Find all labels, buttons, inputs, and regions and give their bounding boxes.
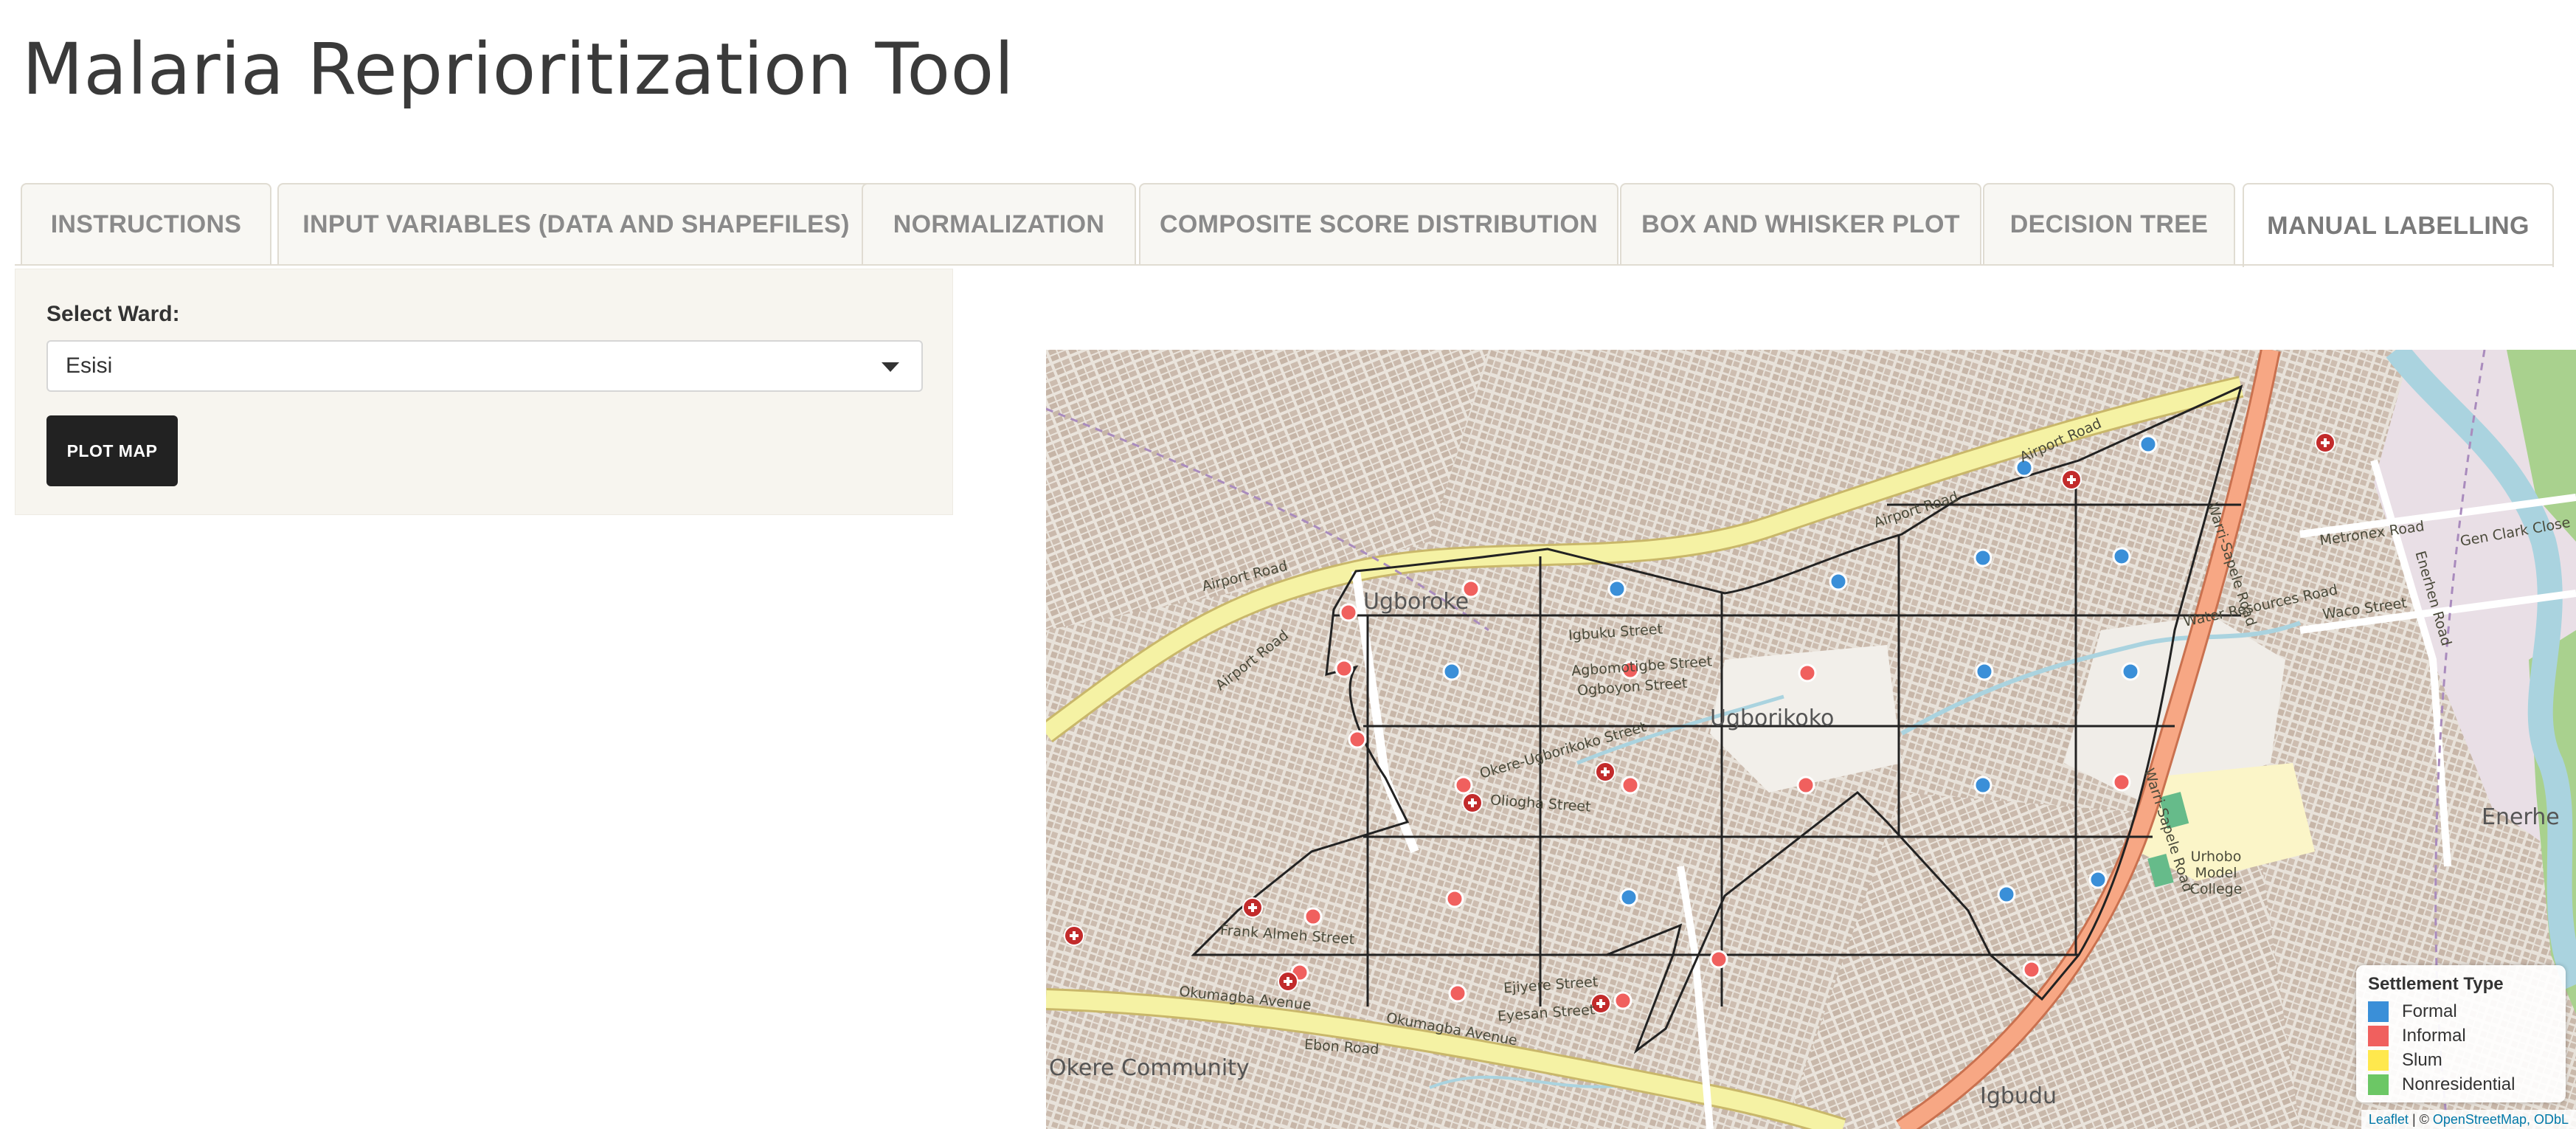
formal-marker (1973, 548, 1992, 567)
tab-input-variables[interactable]: INPUT VARIABLES (DATA AND SHAPEFILES) (277, 183, 875, 264)
osm-link[interactable]: OpenStreetMap, ODbL (2433, 1112, 2569, 1128)
app-title: Malaria Reprioritization Tool (22, 28, 1014, 111)
legend-swatch-informal (2368, 1025, 2389, 1046)
formal-marker (2088, 870, 2108, 889)
hospital-icon (1064, 925, 1084, 946)
plot-map-button[interactable]: PLOT MAP (46, 415, 178, 486)
informal-marker (2022, 960, 2041, 979)
informal-marker (1709, 950, 1728, 969)
hospital-icon (1278, 971, 1298, 992)
sidebar-panel: Select Ward: Esisi PLOT MAP (15, 269, 953, 515)
informal-marker (1303, 907, 1323, 926)
tab-decision-tree[interactable]: DECISION TREE (1983, 183, 2235, 264)
tab-divider (15, 264, 2554, 266)
legend-item-informal: Informal (2368, 1023, 2554, 1048)
legend-label: Nonresidential (2402, 1074, 2516, 1094)
attribution-separator: | © (2408, 1111, 2433, 1127)
place-label-ugborikoko: Ugborikoko (1710, 705, 1835, 731)
legend-label: Slum (2402, 1049, 2442, 1070)
informal-marker (1445, 889, 1464, 908)
formal-marker (2139, 435, 2158, 454)
tab-composite-score-distribution[interactable]: COMPOSITE SCORE DISTRIBUTION (1139, 183, 1618, 264)
informal-marker (1613, 991, 1632, 1010)
map-view[interactable]: Ugboroke Ugborikoko Enerhe Okere Communi… (1046, 350, 2576, 1129)
hospital-icon (1242, 897, 1263, 918)
informal-marker (1348, 730, 1367, 749)
formal-marker (1442, 662, 1461, 681)
tab-box-and-whisker-plot[interactable]: BOX AND WHISKER PLOT (1620, 183, 1981, 264)
informal-marker (1448, 984, 1467, 1003)
tab-bar: INSTRUCTIONS INPUT VARIABLES (DATA AND S… (21, 183, 2561, 267)
formal-marker (1829, 572, 1848, 591)
formal-marker (1607, 579, 1627, 598)
informal-marker (1796, 776, 1815, 795)
hospital-icon (2315, 432, 2336, 453)
ward-select[interactable]: Esisi (46, 340, 923, 392)
legend-swatch-formal (2368, 1001, 2389, 1022)
legend-title: Settlement Type (2368, 974, 2504, 994)
ward-select-value: Esisi (66, 353, 113, 378)
legend-item-nonresidential: Nonresidential (2368, 1072, 2554, 1097)
informal-marker (1798, 663, 1817, 683)
map-canvas[interactable] (1046, 350, 2576, 1129)
legend-label: Formal (2402, 1001, 2457, 1021)
formal-marker (2121, 662, 2140, 681)
legend-swatch-slum (2368, 1049, 2389, 1071)
informal-marker (2112, 773, 2131, 792)
legend-label: Informal (2402, 1025, 2466, 1046)
leaflet-link[interactable]: Leaflet (2369, 1112, 2409, 1128)
hospital-icon (2061, 469, 2082, 490)
tab-manual-labelling[interactable]: MANUAL LABELLING (2243, 183, 2554, 267)
select-ward-label: Select Ward: (46, 302, 180, 326)
formal-marker (1997, 885, 2016, 904)
place-label-enerhe: Enerhe (2482, 804, 2560, 830)
formal-marker (1973, 776, 1992, 795)
tab-normalization[interactable]: NORMALIZATION (862, 183, 1136, 264)
informal-marker (1454, 776, 1473, 795)
hospital-icon (1595, 762, 1616, 782)
place-label-ugboroke: Ugboroke (1363, 589, 1469, 615)
informal-marker (1339, 603, 1358, 622)
settlement-legend: Settlement Type Formal Informal Slum Non… (2356, 965, 2566, 1102)
legend-item-formal: Formal (2368, 999, 2554, 1023)
hospital-icon (1462, 793, 1483, 813)
map-attribution: Leaflet | © OpenStreetMap, ODbL (2361, 1110, 2576, 1129)
chevron-down-icon (882, 362, 899, 372)
place-label-okere-community: Okere Community (1049, 1055, 1250, 1081)
formal-marker (1975, 662, 1994, 681)
formal-marker (1619, 888, 1638, 907)
legend-item-slum: Slum (2368, 1048, 2554, 1072)
formal-marker (2112, 547, 2131, 566)
place-label-igbudu: Igbudu (1980, 1083, 2057, 1109)
informal-marker (1621, 776, 1640, 795)
legend-swatch-nonresidential (2368, 1074, 2389, 1095)
tab-instructions[interactable]: INSTRUCTIONS (21, 183, 271, 264)
informal-marker (1334, 659, 1354, 678)
